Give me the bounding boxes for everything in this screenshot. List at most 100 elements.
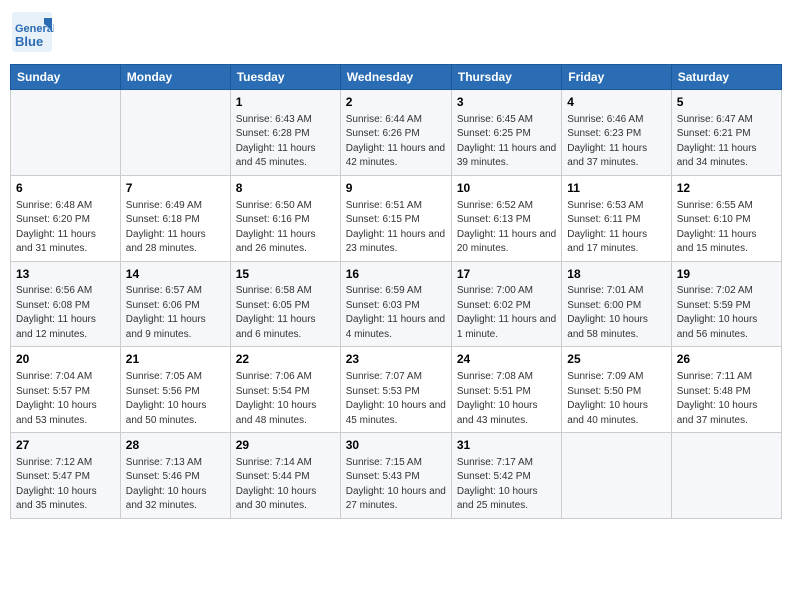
calendar-cell: 15Sunrise: 6:58 AMSunset: 6:05 PMDayligh… xyxy=(230,261,340,347)
day-number: 23 xyxy=(346,351,446,368)
calendar-cell: 19Sunrise: 7:02 AMSunset: 5:59 PMDayligh… xyxy=(671,261,781,347)
day-content: Sunrise: 7:00 AMSunset: 6:02 PMDaylight:… xyxy=(457,284,556,342)
calendar-cell: 11Sunrise: 6:53 AMSunset: 6:11 PMDayligh… xyxy=(562,175,671,261)
calendar-cell: 29 Sunrise: 7:14 AMSunset: 5:44 PMDayligh… xyxy=(230,433,340,519)
calendar-table: SundayMondayTuesdayWednesdayThursdayFrid… xyxy=(10,64,782,519)
day-number: 6 xyxy=(16,180,115,197)
day-content: Sunrise: 6:55 AMSunset: 6:10 PMDaylight:… xyxy=(677,199,776,257)
calendar-cell xyxy=(671,433,781,519)
day-content: Sunrise: 7:04 AMSunset: 5:57 PMDaylight:… xyxy=(16,370,115,428)
calendar-cell: 21Sunrise: 7:05 AMSunset: 5:56 PMDayligh… xyxy=(120,347,230,433)
calendar-week: 1 Sunrise: 6:43 AMSunset: 6:28 PMDaylight… xyxy=(11,90,782,176)
calendar-week: 6 Sunrise: 6:48 AMSunset: 6:20 PMDaylight… xyxy=(11,175,782,261)
calendar-cell: 3Sunrise: 6:45 AMSunset: 6:25 PMDaylight… xyxy=(451,90,561,176)
day-number: 22 xyxy=(236,351,335,368)
day-number: 18 xyxy=(567,266,665,283)
page-header: General Blue xyxy=(10,10,782,54)
day-content: Sunrise: 7:14 AMSunset: 5:44 PMDaylight:… xyxy=(236,456,335,514)
day-content: Sunrise: 7:08 AMSunset: 5:51 PMDaylight:… xyxy=(457,370,556,428)
day-number: 21 xyxy=(126,351,225,368)
day-number: 14 xyxy=(126,266,225,283)
calendar-cell xyxy=(11,90,121,176)
day-number: 13 xyxy=(16,266,115,283)
calendar-cell: 18Sunrise: 7:01 AMSunset: 6:00 PMDayligh… xyxy=(562,261,671,347)
day-content: Sunrise: 7:09 AMSunset: 5:50 PMDaylight:… xyxy=(567,370,665,428)
day-number: 30 xyxy=(346,437,446,454)
day-content: Sunrise: 6:59 AMSunset: 6:03 PMDaylight:… xyxy=(346,284,446,342)
weekday-header: Saturday xyxy=(671,65,781,90)
calendar-cell: 9Sunrise: 6:51 AMSunset: 6:15 PMDaylight… xyxy=(340,175,451,261)
day-number: 29 xyxy=(236,437,335,454)
calendar-cell: 5 Sunrise: 6:47 AMSunset: 6:21 PMDaylight… xyxy=(671,90,781,176)
day-content: Sunrise: 6:52 AMSunset: 6:13 PMDaylight:… xyxy=(457,199,556,257)
calendar-cell: 31Sunrise: 7:17 AMSunset: 5:42 PMDayligh… xyxy=(451,433,561,519)
day-content: Sunrise: 7:11 AMSunset: 5:48 PMDaylight:… xyxy=(677,370,776,428)
day-number: 28 xyxy=(126,437,225,454)
calendar-cell: 1 Sunrise: 6:43 AMSunset: 6:28 PMDaylight… xyxy=(230,90,340,176)
day-number: 12 xyxy=(677,180,776,197)
day-content: Sunrise: 7:17 AMSunset: 5:42 PMDaylight:… xyxy=(457,456,556,514)
day-number: 2 xyxy=(346,94,446,111)
day-number: 19 xyxy=(677,266,776,283)
weekday-header: Wednesday xyxy=(340,65,451,90)
day-content: Sunrise: 6:48 AMSunset: 6:20 PMDaylight:… xyxy=(16,199,115,257)
calendar-cell: 14Sunrise: 6:57 AMSunset: 6:06 PMDayligh… xyxy=(120,261,230,347)
day-number: 25 xyxy=(567,351,665,368)
day-content: Sunrise: 7:07 AMSunset: 5:53 PMDaylight:… xyxy=(346,370,446,428)
calendar-cell: 7 Sunrise: 6:49 AMSunset: 6:18 PMDaylight… xyxy=(120,175,230,261)
day-content: Sunrise: 6:51 AMSunset: 6:15 PMDaylight:… xyxy=(346,199,446,257)
day-number: 1 xyxy=(236,94,335,111)
day-number: 11 xyxy=(567,180,665,197)
day-content: Sunrise: 6:56 AMSunset: 6:08 PMDaylight:… xyxy=(16,284,115,342)
day-number: 27 xyxy=(16,437,115,454)
day-content: Sunrise: 6:50 AMSunset: 6:16 PMDaylight:… xyxy=(236,199,335,257)
calendar-cell: 4Sunrise: 6:46 AMSunset: 6:23 PMDaylight… xyxy=(562,90,671,176)
day-number: 24 xyxy=(457,351,556,368)
day-content: Sunrise: 6:44 AMSunset: 6:26 PMDaylight:… xyxy=(346,113,446,171)
day-number: 4 xyxy=(567,94,665,111)
day-content: Sunrise: 6:49 AMSunset: 6:18 PMDaylight:… xyxy=(126,199,225,257)
calendar-cell: 16Sunrise: 6:59 AMSunset: 6:03 PMDayligh… xyxy=(340,261,451,347)
calendar-cell: 24 Sunrise: 7:08 AMSunset: 5:51 PMDayligh… xyxy=(451,347,561,433)
calendar-cell: 6 Sunrise: 6:48 AMSunset: 6:20 PMDaylight… xyxy=(11,175,121,261)
day-content: Sunrise: 7:13 AMSunset: 5:46 PMDaylight:… xyxy=(126,456,225,514)
calendar-cell: 28 Sunrise: 7:13 AMSunset: 5:46 PMDayligh… xyxy=(120,433,230,519)
calendar-cell: 26Sunrise: 7:11 AMSunset: 5:48 PMDayligh… xyxy=(671,347,781,433)
day-content: Sunrise: 7:01 AMSunset: 6:00 PMDaylight:… xyxy=(567,284,665,342)
day-number: 10 xyxy=(457,180,556,197)
calendar-cell xyxy=(120,90,230,176)
calendar-cell: 2 Sunrise: 6:44 AMSunset: 6:26 PMDaylight… xyxy=(340,90,451,176)
calendar-cell: 20 Sunrise: 7:04 AMSunset: 5:57 PMDayligh… xyxy=(11,347,121,433)
weekday-header: Monday xyxy=(120,65,230,90)
day-content: Sunrise: 6:57 AMSunset: 6:06 PMDaylight:… xyxy=(126,284,225,342)
day-number: 8 xyxy=(236,180,335,197)
calendar-week: 20 Sunrise: 7:04 AMSunset: 5:57 PMDayligh… xyxy=(11,347,782,433)
day-content: Sunrise: 6:58 AMSunset: 6:05 PMDaylight:… xyxy=(236,284,335,342)
day-number: 20 xyxy=(16,351,115,368)
day-content: Sunrise: 7:15 AMSunset: 5:43 PMDaylight:… xyxy=(346,456,446,514)
day-content: Sunrise: 7:12 AMSunset: 5:47 PMDaylight:… xyxy=(16,456,115,514)
calendar-cell: 30 Sunrise: 7:15 AMSunset: 5:43 PMDayligh… xyxy=(340,433,451,519)
day-number: 15 xyxy=(236,266,335,283)
day-number: 16 xyxy=(346,266,446,283)
svg-text:Blue: Blue xyxy=(15,34,43,49)
day-number: 7 xyxy=(126,180,225,197)
weekday-header: Sunday xyxy=(11,65,121,90)
day-number: 5 xyxy=(677,94,776,111)
calendar-cell: 8 Sunrise: 6:50 AMSunset: 6:16 PMDaylight… xyxy=(230,175,340,261)
logo: General Blue xyxy=(10,10,54,54)
calendar-cell: 17Sunrise: 7:00 AMSunset: 6:02 PMDayligh… xyxy=(451,261,561,347)
day-content: Sunrise: 6:47 AMSunset: 6:21 PMDaylight:… xyxy=(677,113,776,171)
calendar-cell: 13Sunrise: 6:56 AMSunset: 6:08 PMDayligh… xyxy=(11,261,121,347)
calendar-cell: 22 Sunrise: 7:06 AMSunset: 5:54 PMDayligh… xyxy=(230,347,340,433)
day-content: Sunrise: 6:43 AMSunset: 6:28 PMDaylight:… xyxy=(236,113,335,171)
day-content: Sunrise: 7:06 AMSunset: 5:54 PMDaylight:… xyxy=(236,370,335,428)
day-content: Sunrise: 7:02 AMSunset: 5:59 PMDaylight:… xyxy=(677,284,776,342)
day-number: 17 xyxy=(457,266,556,283)
weekday-header: Tuesday xyxy=(230,65,340,90)
day-number: 3 xyxy=(457,94,556,111)
calendar-week: 13Sunrise: 6:56 AMSunset: 6:08 PMDayligh… xyxy=(11,261,782,347)
calendar-cell: 23 Sunrise: 7:07 AMSunset: 5:53 PMDayligh… xyxy=(340,347,451,433)
weekday-header: Friday xyxy=(562,65,671,90)
calendar-header: SundayMondayTuesdayWednesdayThursdayFrid… xyxy=(11,65,782,90)
